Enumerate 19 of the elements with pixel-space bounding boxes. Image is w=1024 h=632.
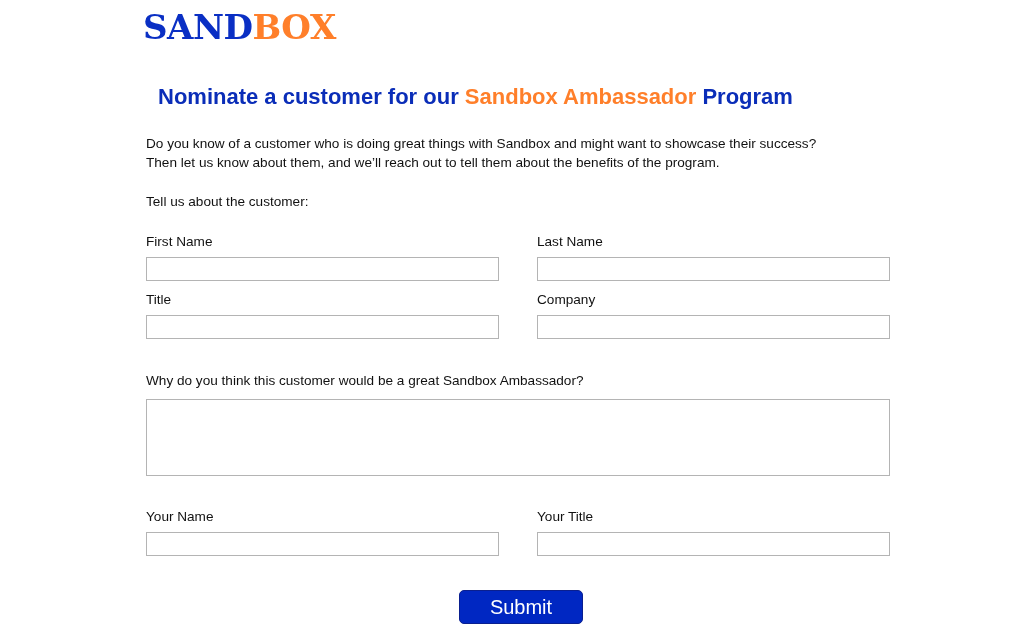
field-label: Company xyxy=(537,291,596,309)
field-label: First Name xyxy=(146,233,213,251)
field-label: Title xyxy=(146,291,172,309)
input-field[interactable] xyxy=(146,315,499,339)
section-title: Tell us about the customer: xyxy=(146,193,310,211)
input-field[interactable] xyxy=(537,532,890,556)
field-label: Your Name xyxy=(146,508,214,526)
sandbox-logo: SANDBOX xyxy=(143,10,336,45)
input-field[interactable] xyxy=(146,257,499,281)
field-label: Your Title xyxy=(537,508,594,526)
field-label: Why do you think this customer would be a great Sandbox Ambassador? xyxy=(146,372,584,390)
page-heading: Nominate a customer for our Sandbox Ambassador Program xyxy=(158,83,794,111)
text-area[interactable] xyxy=(146,399,890,476)
input-field[interactable] xyxy=(146,532,499,556)
input-field[interactable] xyxy=(537,315,890,339)
intro-paragraph: Do you know of a customer who is doing great things with Sandbox and might want to showcase their success? Then let us know about them, and we’ll reach out to tell them about the benefits of the program. xyxy=(146,135,818,172)
field-label: Last Name xyxy=(537,233,603,251)
submit-button[interactable]: Submit xyxy=(459,590,583,624)
input-field[interactable] xyxy=(537,257,890,281)
